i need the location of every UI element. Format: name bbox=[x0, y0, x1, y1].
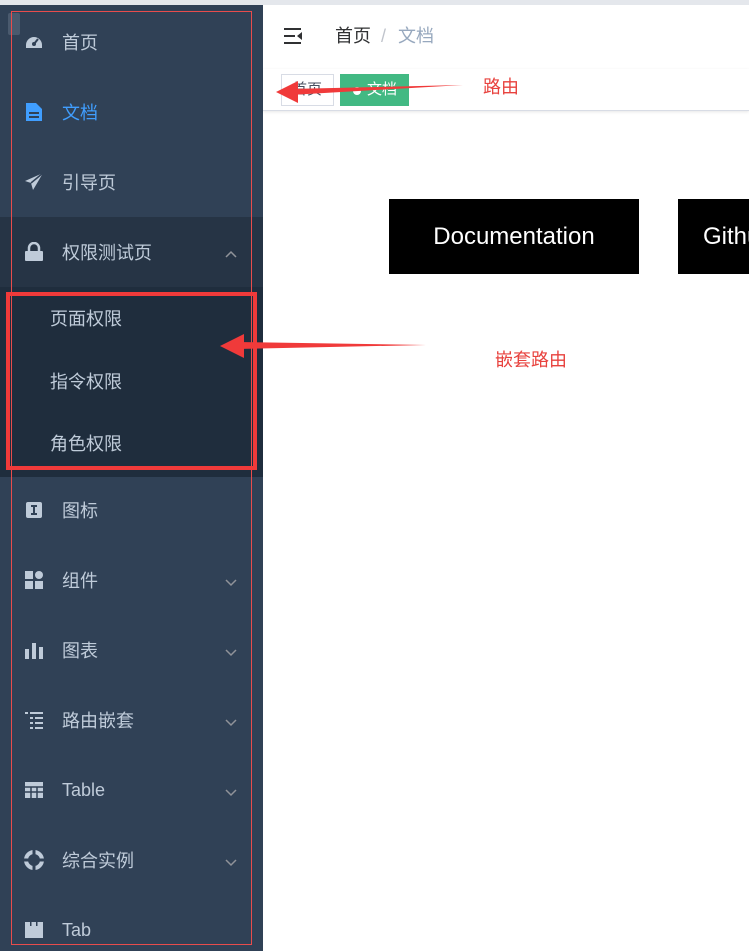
breadcrumb-current: 文档 bbox=[398, 26, 434, 46]
annotation-route: 路由 bbox=[483, 77, 519, 97]
documentation-button[interactable]: Documentation bbox=[389, 199, 639, 274]
tag-docs[interactable]: 文档 bbox=[340, 74, 409, 106]
tag-label: 文档 bbox=[367, 81, 398, 98]
github-button[interactable]: Github bbox=[678, 199, 749, 274]
navbar: 首页 / 文档 bbox=[263, 5, 749, 69]
breadcrumb-home[interactable]: 首页 bbox=[335, 25, 371, 47]
sidebar-highlight-box bbox=[11, 11, 252, 945]
annotation-nested-route: 嵌套路由 bbox=[495, 350, 567, 370]
breadcrumb-separator: / bbox=[381, 26, 387, 46]
tag-home[interactable]: 首页 bbox=[281, 74, 334, 106]
submenu-highlight-box bbox=[6, 292, 257, 470]
hamburger-icon[interactable] bbox=[283, 25, 305, 47]
active-dot-icon bbox=[353, 87, 361, 95]
